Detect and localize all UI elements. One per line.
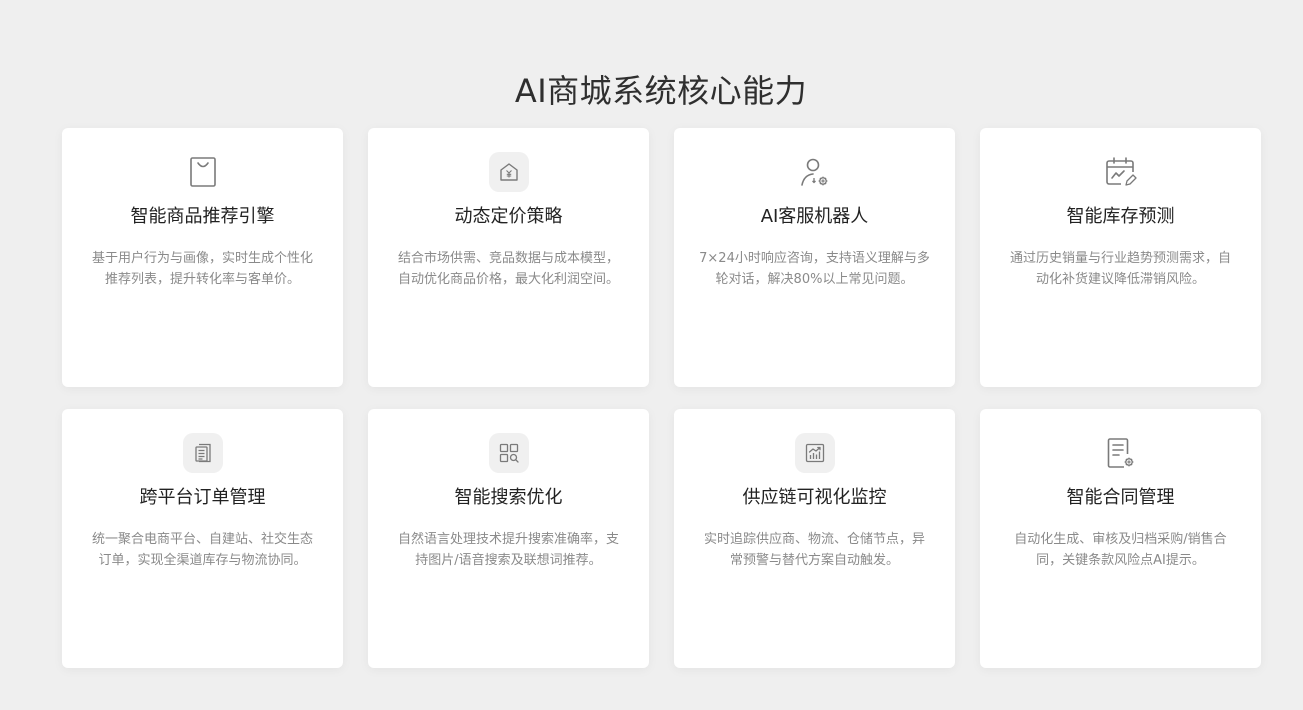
grid-search-icon xyxy=(488,433,529,473)
card-title: 供应链可视化监控 xyxy=(742,487,887,508)
card-title: 动态定价策略 xyxy=(454,206,563,227)
card-description: 实时追踪供应商、物流、仓储节点，异常预警与替代方案自动触发。 xyxy=(703,532,925,568)
capability-card[interactable]: 供应链可视化监控 实时追踪供应商、物流、仓储节点，异常预警与替代方案自动触发。 xyxy=(674,409,955,668)
card-description: 结合市场供需、竞品数据与成本模型，自动优化商品价格，最大化利润空间。 xyxy=(397,251,619,287)
yuan-house-icon xyxy=(488,152,529,192)
shopping-bag-icon xyxy=(183,152,223,192)
calendar-chart-icon xyxy=(1101,152,1141,192)
document-gear-icon xyxy=(1101,433,1141,473)
capability-grid: 智能商品推荐引擎 基于用户行为与画像，实时生成个性化推荐列表，提升转化率与客单价… xyxy=(62,128,1262,668)
page-title: AI商城系统核心能力 xyxy=(514,72,808,111)
capability-card[interactable]: AI客服机器人 7×24小时响应咨询，支持语义理解与多轮对话，解决80%以上常见… xyxy=(674,128,955,387)
card-title: 智能商品推荐引擎 xyxy=(130,206,275,227)
card-title: 智能搜索优化 xyxy=(454,487,563,508)
capability-card[interactable]: 智能搜索优化 自然语言处理技术提升搜索准确率，支持图片/语音搜索及联想词推荐。 xyxy=(368,409,649,668)
user-gear-icon xyxy=(795,152,835,192)
card-description: 7×24小时响应咨询，支持语义理解与多轮对话，解决80%以上常见问题。 xyxy=(699,251,930,287)
card-title: 跨平台订单管理 xyxy=(139,487,266,508)
document-list-icon xyxy=(182,433,223,473)
card-title: AI客服机器人 xyxy=(760,206,869,227)
capability-card[interactable]: 跨平台订单管理 统一聚合电商平台、自建站、社交生态订单，实现全渠道库存与物流协同… xyxy=(62,409,343,668)
capability-card[interactable]: 智能库存预测 通过历史销量与行业趋势预测需求，自动化补货建议降低滞销风险。 xyxy=(980,128,1261,387)
capability-card[interactable]: 智能商品推荐引擎 基于用户行为与画像，实时生成个性化推荐列表，提升转化率与客单价… xyxy=(62,128,343,387)
card-title: 智能合同管理 xyxy=(1066,487,1175,508)
card-description: 自然语言处理技术提升搜索准确率，支持图片/语音搜索及联想词推荐。 xyxy=(397,532,619,568)
capability-card[interactable]: 动态定价策略 结合市场供需、竞品数据与成本模型，自动优化商品价格，最大化利润空间… xyxy=(368,128,649,387)
card-description: 通过历史销量与行业趋势预测需求，自动化补货建议降低滞销风险。 xyxy=(1009,251,1231,287)
card-description: 统一聚合电商平台、自建站、社交生态订单，实现全渠道库存与物流协同。 xyxy=(91,532,313,568)
card-description: 基于用户行为与画像，实时生成个性化推荐列表，提升转化率与客单价。 xyxy=(91,251,313,287)
card-title: 智能库存预测 xyxy=(1066,206,1175,227)
chart-box-icon xyxy=(794,433,835,473)
capability-card[interactable]: 智能合同管理 自动化生成、审核及归档采购/销售合同，关键条款风险点AI提示。 xyxy=(980,409,1261,668)
card-description: 自动化生成、审核及归档采购/销售合同，关键条款风险点AI提示。 xyxy=(1014,532,1227,568)
